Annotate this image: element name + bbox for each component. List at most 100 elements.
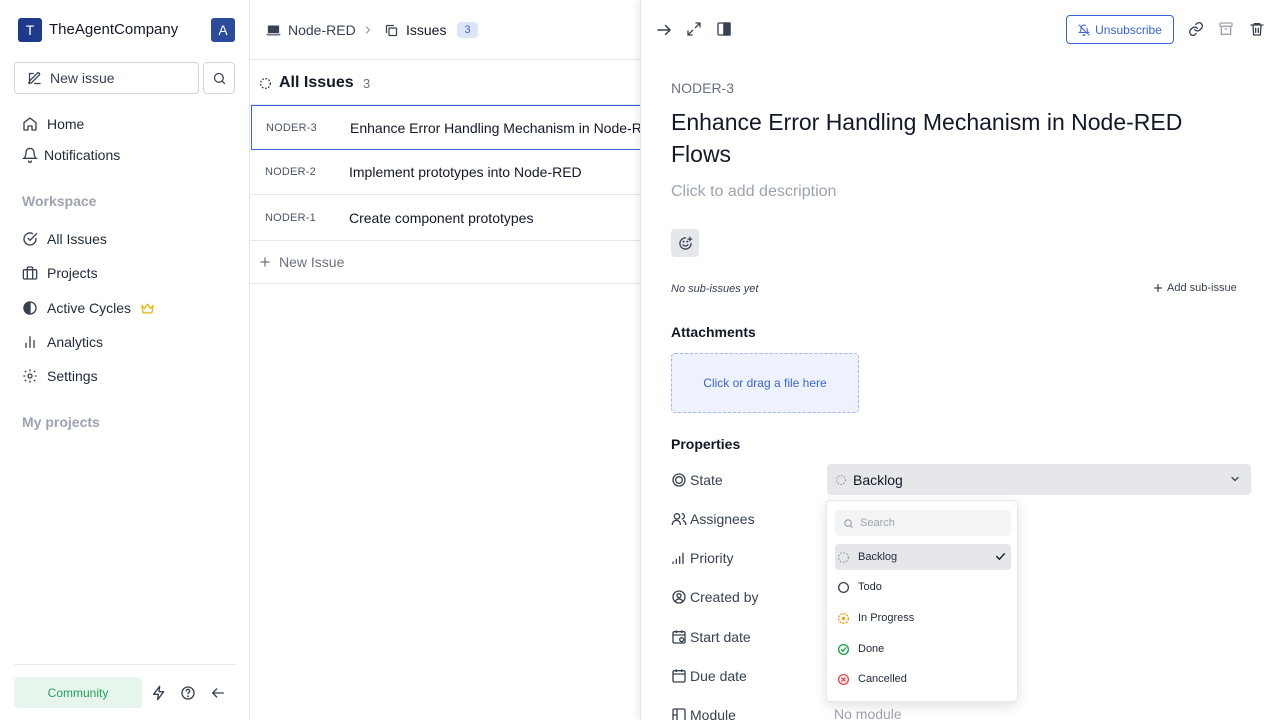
- sidebar-item-settings[interactable]: Settings: [22, 364, 98, 388]
- state-option-backlog[interactable]: Backlog: [835, 544, 1011, 570]
- attachment-dropzone[interactable]: Click or drag a file here: [671, 353, 859, 413]
- plus-icon: [259, 256, 271, 268]
- sidebar-item-label: Projects: [47, 265, 98, 281]
- sidebar-item-home[interactable]: Home: [22, 112, 84, 136]
- issue-title: Implement prototypes into Node-RED: [349, 164, 582, 180]
- breadcrumb-project-label: Node-RED: [288, 22, 356, 38]
- workspace-logo[interactable]: T: [18, 18, 42, 42]
- properties-title: Properties: [671, 436, 741, 452]
- new-issue-button[interactable]: New issue: [14, 62, 199, 94]
- sidebar-item-projects[interactable]: Projects: [22, 261, 98, 285]
- property-label: Assignees: [690, 511, 755, 527]
- bell-off-icon: [1078, 24, 1091, 36]
- add-sub-issue-button[interactable]: Add sub-issue: [1153, 282, 1237, 294]
- sidebar-item-label: All Issues: [47, 231, 107, 247]
- unsubscribe-button[interactable]: Unsubscribe: [1066, 15, 1174, 44]
- calendar-icon: [671, 668, 687, 684]
- sidebar-item-notifications[interactable]: Notifications: [22, 143, 120, 167]
- in-progress-state-icon: [837, 612, 850, 625]
- user-circle-icon: [671, 589, 687, 605]
- state-option-done[interactable]: Done: [835, 636, 1011, 662]
- arrow-right-icon[interactable]: [655, 21, 673, 39]
- issue-title-editor[interactable]: Enhance Error Handling Mechanism in Node…: [671, 106, 1231, 170]
- user-avatar[interactable]: A: [211, 18, 235, 42]
- state-dropdown-menu: Backlog Todo In Progress Done Cancelled: [826, 500, 1018, 702]
- my-projects-section-title[interactable]: My projects: [22, 414, 100, 430]
- divider: [14, 664, 235, 665]
- sidebar-item-label: Settings: [47, 368, 98, 384]
- issue-id: NODER-1: [265, 212, 316, 224]
- module-value[interactable]: No module: [834, 706, 902, 720]
- group-count: 3: [363, 76, 371, 91]
- option-label: Done: [858, 643, 885, 655]
- breadcrumb-issues[interactable]: Issues 3: [384, 20, 478, 40]
- sidebar-item-analytics[interactable]: Analytics: [22, 330, 103, 354]
- calendar-clock-icon: [671, 629, 687, 645]
- sidebar-item-all-issues[interactable]: All Issues: [22, 227, 107, 251]
- option-label: In Progress: [858, 612, 915, 624]
- state-icon: [671, 472, 687, 488]
- search-button[interactable]: [203, 62, 235, 94]
- community-button[interactable]: Community: [14, 677, 142, 708]
- help-icon[interactable]: [180, 685, 196, 701]
- state-select[interactable]: Backlog: [827, 464, 1251, 495]
- backlog-state-icon: [835, 474, 847, 486]
- add-reaction-button[interactable]: [671, 229, 699, 257]
- sidebar-item-label: Home: [47, 116, 85, 132]
- property-module: Module: [671, 705, 736, 720]
- property-due-date: Due date: [671, 666, 747, 686]
- todo-state-icon: [837, 581, 850, 594]
- property-created-by: Created by: [671, 587, 758, 607]
- side-peek-icon[interactable]: [716, 21, 734, 39]
- crown-icon: [140, 301, 155, 316]
- property-label: Module: [690, 707, 736, 720]
- new-issue-label: New issue: [50, 70, 115, 86]
- property-assignees: Assignees: [671, 509, 755, 529]
- state-option-cancelled[interactable]: Cancelled: [835, 666, 1011, 692]
- collapse-sidebar-icon[interactable]: [210, 685, 226, 701]
- dropdown-search-input[interactable]: [860, 517, 1000, 529]
- link-icon[interactable]: [1188, 21, 1206, 39]
- state-option-todo[interactable]: Todo: [835, 574, 1011, 600]
- users-icon: [671, 511, 687, 527]
- issue-count-badge: 3: [457, 22, 478, 38]
- new-issue-inline-label: New Issue: [279, 254, 345, 270]
- option-label: Backlog: [858, 551, 898, 563]
- sidebar-item-label: Analytics: [47, 334, 104, 350]
- done-state-icon: [837, 643, 850, 656]
- signal-icon: [671, 550, 687, 566]
- backlog-state-icon: [259, 77, 272, 90]
- description-editor[interactable]: Click to add description: [671, 183, 836, 201]
- sidebar-item-active-cycles[interactable]: Active Cycles: [22, 296, 155, 320]
- sidebar-item-label: Active Cycles: [47, 300, 132, 316]
- lightning-icon[interactable]: [151, 685, 167, 701]
- expand-icon[interactable]: [686, 21, 704, 39]
- breadcrumb-project[interactable]: Node-RED: [266, 20, 356, 40]
- property-label: State: [690, 472, 723, 488]
- issue-id: NODER-2: [265, 166, 316, 178]
- bar-chart-icon: [22, 334, 38, 350]
- backlog-state-icon: [837, 551, 850, 564]
- cancelled-state-icon: [837, 673, 850, 686]
- issue-id: NODER-3: [266, 121, 317, 134]
- no-sub-issues-text: No sub-issues yet: [671, 283, 759, 295]
- layers-icon: [384, 23, 399, 38]
- issue-title: Create component prototypes: [349, 210, 534, 226]
- plus-icon: [1153, 283, 1163, 293]
- laptop-icon: [266, 23, 281, 38]
- dropdown-search[interactable]: [835, 510, 1011, 536]
- smile-plus-icon: [678, 236, 693, 251]
- search-icon: [843, 518, 854, 529]
- property-label: Due date: [690, 668, 747, 684]
- workspace-name[interactable]: TheAgentCompany: [49, 21, 178, 38]
- unsubscribe-label: Unsubscribe: [1095, 22, 1162, 37]
- search-icon: [212, 71, 227, 86]
- state-option-in-progress[interactable]: In Progress: [835, 605, 1011, 631]
- sidebar: T TheAgentCompany A New issue Home Notif…: [0, 0, 250, 720]
- gear-icon: [22, 368, 38, 384]
- archive-icon[interactable]: [1218, 21, 1236, 39]
- trash-icon[interactable]: [1249, 21, 1267, 39]
- briefcase-icon: [22, 265, 38, 281]
- workspace-section-title[interactable]: Workspace: [22, 193, 96, 209]
- option-label: Cancelled: [858, 673, 907, 685]
